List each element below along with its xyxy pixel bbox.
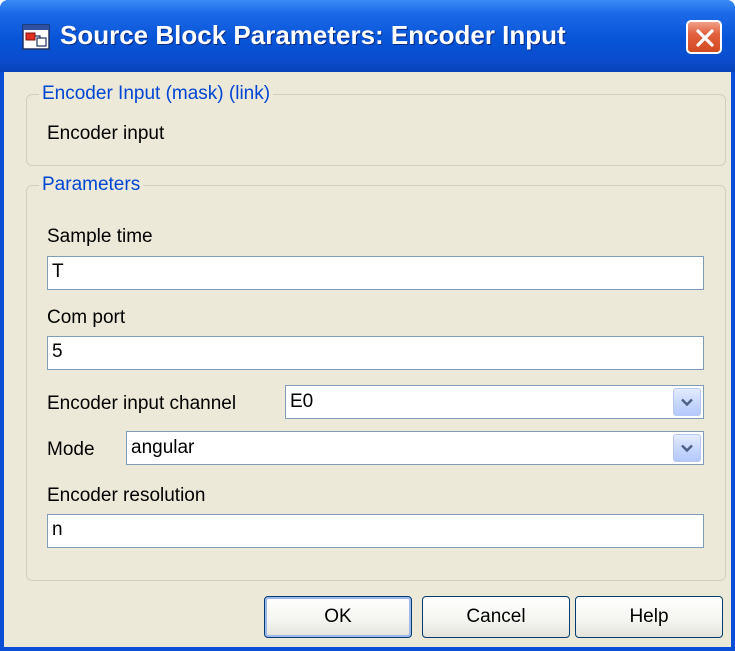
dialog-window: Source Block Parameters: Encoder Input E… <box>0 0 735 651</box>
chevron-down-icon <box>681 398 693 407</box>
encoder-channel-dropdown-button[interactable] <box>673 388 701 416</box>
encoder-resolution-input[interactable]: n <box>47 514 704 548</box>
mode-select[interactable]: angular <box>126 431 704 465</box>
parameters-legend: Parameters <box>39 174 144 196</box>
encoder-channel-label: Encoder input channel <box>47 393 237 414</box>
window-title: Source Block Parameters: Encoder Input <box>60 20 566 50</box>
description-text: Encoder input <box>47 123 165 144</box>
encoder-resolution-label: Encoder resolution <box>47 485 206 506</box>
encoder-channel-value: E0 <box>290 391 314 412</box>
close-button[interactable] <box>686 20 722 54</box>
cancel-button[interactable]: Cancel <box>422 596 570 638</box>
mode-label: Mode <box>47 439 95 460</box>
description-legend: Encoder Input (mask) (link) <box>39 83 274 105</box>
encoder-channel-select[interactable]: E0 <box>285 385 704 419</box>
com-port-label: Com port <box>47 307 126 328</box>
description-group: Encoder Input (mask) (link) Encoder inpu… <box>26 83 726 166</box>
dialog-body: Encoder Input (mask) (link) Encoder inpu… <box>4 72 731 647</box>
close-icon <box>696 29 714 47</box>
simulink-block-icon <box>22 24 50 50</box>
mode-value: angular <box>131 437 195 458</box>
title-bar[interactable]: Source Block Parameters: Encoder Input <box>0 0 735 72</box>
ok-button[interactable]: OK <box>264 596 412 638</box>
help-button[interactable]: Help <box>575 596 723 638</box>
sample-time-input[interactable]: T <box>47 256 704 290</box>
parameters-group: Parameters Sample time T Com port 5 Enco… <box>26 174 726 581</box>
com-port-input[interactable]: 5 <box>47 336 704 370</box>
mode-dropdown-button[interactable] <box>673 434 701 462</box>
sample-time-label: Sample time <box>47 226 153 247</box>
chevron-down-icon <box>681 444 693 453</box>
